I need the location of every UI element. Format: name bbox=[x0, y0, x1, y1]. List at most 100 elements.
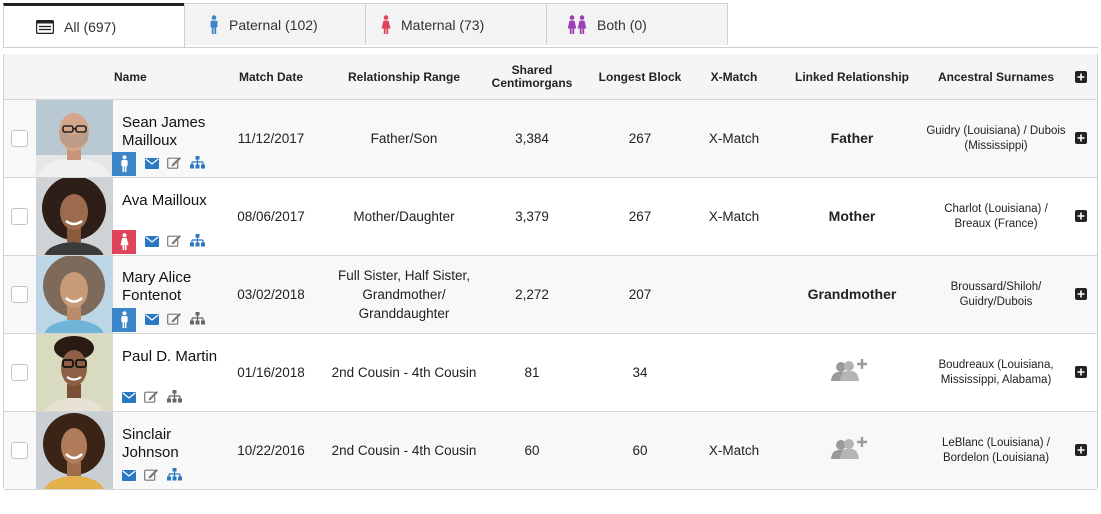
tab-maternal[interactable]: Maternal (73) bbox=[365, 3, 547, 45]
family-tree-icon[interactable] bbox=[167, 390, 182, 408]
column-header-xmatch[interactable]: X-Match bbox=[694, 54, 774, 100]
relationship-range: 2nd Cousin - 4th Cousin bbox=[331, 365, 477, 380]
xmatch bbox=[694, 334, 774, 411]
maternal-badge bbox=[112, 230, 136, 254]
ancestral-surnames: Boudreaux (Louisiana, Mississippi, Alaba… bbox=[938, 358, 1054, 386]
ancestral-surnames: LeBlanc (Louisiana) / Bordelon (Louisian… bbox=[941, 436, 1051, 464]
row-actions bbox=[122, 390, 182, 408]
add-person-icon bbox=[831, 357, 873, 388]
message-icon[interactable] bbox=[145, 234, 159, 252]
match-date: 03/02/2018 bbox=[237, 287, 305, 302]
ancestral-surnames: Charlot (Louisiana) / Breaux (France) bbox=[944, 202, 1048, 230]
column-header-shared-centimorgans[interactable]: Shared Centimorgans bbox=[482, 54, 582, 100]
message-icon[interactable] bbox=[122, 390, 136, 408]
column-header-linked-relationship[interactable]: Linked Relationship bbox=[782, 54, 922, 100]
expand-row-icon[interactable] bbox=[1075, 132, 1087, 144]
row-actions bbox=[145, 312, 205, 330]
ancestral-surnames: Guidry (Louisiana) / Dubois (Mississippi… bbox=[926, 124, 1066, 152]
message-icon[interactable] bbox=[145, 156, 159, 174]
match-name[interactable]: Mary Alice Fontenot bbox=[122, 269, 222, 305]
linked-relationship: Father bbox=[830, 130, 874, 146]
row-actions bbox=[122, 468, 182, 486]
expand-row-icon[interactable] bbox=[1075, 444, 1087, 456]
row-checkbox[interactable] bbox=[11, 442, 28, 459]
row-checkbox[interactable] bbox=[11, 130, 28, 147]
row-actions bbox=[145, 156, 205, 174]
match-name[interactable]: Sinclair Johnson bbox=[122, 426, 222, 462]
family-tree-icon[interactable] bbox=[167, 468, 182, 486]
tab-label: All (697) bbox=[64, 18, 117, 35]
table-header: Name Match Date Relationship Range Share… bbox=[4, 54, 1097, 100]
row-actions bbox=[145, 234, 205, 252]
tab-paternal[interactable]: Paternal (102) bbox=[184, 3, 366, 45]
relationship-range: Full Sister, Half Sister, Grandmother/ G… bbox=[337, 268, 471, 321]
linked-relationship: Mother bbox=[828, 208, 876, 224]
relationship-range: 2nd Cousin - 4th Cousin bbox=[331, 443, 477, 458]
male-icon bbox=[209, 14, 219, 35]
shared-cm: 3,384 bbox=[515, 131, 549, 146]
column-header-match-date[interactable]: Match Date bbox=[226, 54, 316, 100]
linked-relationship: Grandmother bbox=[807, 286, 897, 302]
edit-note-icon[interactable] bbox=[167, 234, 182, 252]
match-date: 10/22/2016 bbox=[237, 443, 305, 458]
tab-all[interactable]: All (697) bbox=[3, 3, 185, 47]
match-name[interactable]: Ava Mailloux bbox=[122, 192, 222, 210]
edit-note-icon[interactable] bbox=[144, 390, 159, 408]
column-header-relationship-range[interactable]: Relationship Range bbox=[329, 54, 479, 100]
edit-note-icon[interactable] bbox=[167, 312, 182, 330]
shared-cm: 2,272 bbox=[515, 287, 549, 302]
table-row: Sean James Mailloux 11/12/2017 Father/So… bbox=[4, 100, 1097, 178]
row-checkbox[interactable] bbox=[11, 208, 28, 225]
longest-block: 267 bbox=[628, 209, 652, 224]
edit-note-icon[interactable] bbox=[167, 156, 182, 174]
match-name[interactable]: Paul D. Martin bbox=[122, 348, 222, 366]
match-date: 08/06/2017 bbox=[237, 209, 305, 224]
column-header-name[interactable]: Name bbox=[114, 54, 164, 100]
couple-icon bbox=[567, 14, 587, 35]
expand-row-icon[interactable] bbox=[1075, 210, 1087, 222]
tab-label: Maternal (73) bbox=[401, 16, 485, 33]
avatar bbox=[36, 256, 113, 333]
tab-label: Paternal (102) bbox=[229, 16, 318, 33]
expand-row-icon[interactable] bbox=[1075, 366, 1087, 378]
paternal-badge bbox=[112, 308, 136, 332]
match-date: 11/12/2017 bbox=[237, 131, 305, 146]
female-icon bbox=[381, 14, 391, 35]
paternal-badge bbox=[112, 152, 136, 176]
family-tree-icon[interactable] bbox=[190, 312, 205, 330]
tab-both[interactable]: Both (0) bbox=[546, 3, 728, 45]
avatar bbox=[36, 412, 113, 489]
shared-cm: 3,379 bbox=[515, 209, 549, 224]
longest-block: 207 bbox=[628, 287, 652, 302]
message-icon[interactable] bbox=[145, 312, 159, 330]
column-header-ancestral-surnames[interactable]: Ancestral Surnames bbox=[926, 54, 1066, 100]
list-icon bbox=[36, 19, 54, 34]
match-date: 01/16/2018 bbox=[237, 365, 305, 380]
tab-label: Both (0) bbox=[597, 16, 647, 33]
message-icon[interactable] bbox=[122, 468, 136, 486]
column-header-longest-block[interactable]: Longest Block bbox=[590, 54, 690, 100]
relationship-range: Mother/Daughter bbox=[353, 209, 455, 224]
expand-row-icon[interactable] bbox=[1075, 288, 1087, 300]
longest-block: 34 bbox=[632, 365, 648, 380]
family-tree-icon[interactable] bbox=[190, 234, 205, 252]
longest-block: 267 bbox=[628, 131, 652, 146]
shared-cm: 81 bbox=[524, 365, 540, 380]
table-row: Sinclair Johnson 10/22/2016 2nd Cousin -… bbox=[4, 412, 1097, 490]
family-tree-icon[interactable] bbox=[190, 156, 205, 174]
row-checkbox[interactable] bbox=[11, 364, 28, 381]
filter-tabs: All (697) Paternal (102) Maternal (73) B… bbox=[3, 3, 728, 47]
avatar bbox=[36, 334, 113, 411]
avatar bbox=[36, 178, 113, 255]
link-relationship-button[interactable] bbox=[782, 412, 922, 489]
xmatch: X-Match bbox=[708, 131, 760, 146]
edit-note-icon[interactable] bbox=[144, 468, 159, 486]
link-relationship-button[interactable] bbox=[782, 334, 922, 411]
longest-block: 60 bbox=[632, 443, 648, 458]
add-column-icon[interactable] bbox=[1075, 71, 1087, 83]
row-checkbox[interactable] bbox=[11, 286, 28, 303]
table-row: Mary Alice Fontenot 03/02/2018 Full Sist… bbox=[4, 256, 1097, 334]
shared-cm: 60 bbox=[524, 443, 540, 458]
matches-table: Name Match Date Relationship Range Share… bbox=[3, 54, 1098, 490]
match-name[interactable]: Sean James Mailloux bbox=[122, 114, 222, 150]
